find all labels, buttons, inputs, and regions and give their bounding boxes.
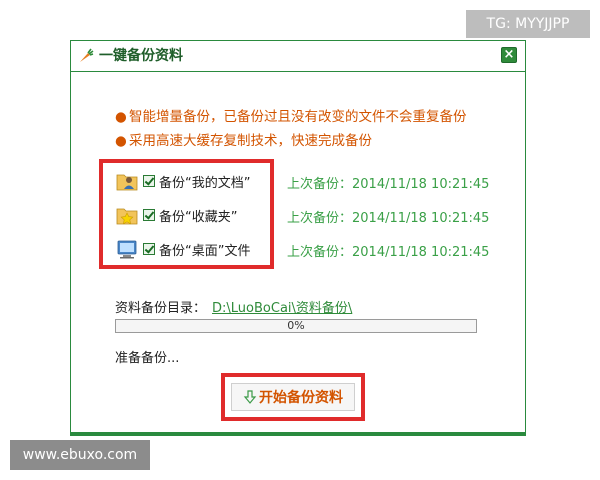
dialog-bottom-border — [71, 432, 525, 435]
user-folder-icon — [116, 174, 138, 191]
feature-list: ● 智能增量备份，已备份过且没有改变的文件不会重复备份 ● 采用高速大缓存复制技术，… — [115, 105, 467, 153]
feature-item: ● 采用高速大缓存复制技术，快速完成备份 — [115, 129, 467, 153]
carrot-icon — [80, 48, 94, 62]
item-label: 备份“桌面”文件 — [159, 243, 251, 259]
backup-item-my-documents[interactable]: 备份“我的文档” — [115, 167, 250, 195]
watermark-tg: TG: MYYJJPP — [466, 10, 590, 38]
checkbox-favorites[interactable] — [143, 209, 155, 221]
bullet-icon: ● — [115, 109, 127, 125]
desktop-icon — [117, 240, 137, 259]
download-arrow-icon — [243, 390, 257, 404]
backup-item-favorites[interactable]: 备份“收藏夹” — [115, 201, 237, 229]
backup-item-desktop[interactable]: 备份“桌面”文件 — [115, 235, 250, 263]
start-backup-button[interactable]: 开始备份资料 — [231, 383, 355, 411]
watermark-site: www.ebuxo.com — [10, 440, 150, 470]
dialog-title: 一键备份资料 — [99, 48, 183, 64]
start-button-label: 开始备份资料 — [259, 390, 343, 406]
bullet-icon: ● — [115, 133, 127, 149]
backup-dialog: 一键备份资料 × ● 智能增量备份，已备份过且没有改变的文件不会重复备份 ● 采用高… — [70, 40, 526, 436]
dialog-titlebar: 一键备份资料 × — [71, 41, 525, 72]
feature-item: ● 智能增量备份，已备份过且没有改变的文件不会重复备份 — [115, 105, 467, 129]
last-backup-time: 上次备份：2014/11/18 10:21:45 — [287, 177, 490, 192]
last-backup-time: 上次备份：2014/11/18 10:21:45 — [287, 211, 490, 226]
last-backup-time: 上次备份：2014/11/18 10:21:45 — [287, 245, 490, 260]
close-button[interactable]: × — [501, 47, 517, 63]
backup-directory-row: 资料备份目录： D:\LuoBoCai\资料备份\ — [115, 297, 352, 316]
progress-bar: 0% — [115, 319, 477, 333]
item-label: 备份“收藏夹” — [159, 209, 238, 225]
close-icon: × — [503, 47, 515, 62]
favorites-folder-icon — [116, 208, 138, 225]
item-label: 备份“我的文档” — [159, 175, 251, 191]
progress-text: 0% — [287, 319, 305, 332]
checkbox-my-documents[interactable] — [143, 175, 155, 187]
directory-link[interactable]: D:\LuoBoCai\资料备份\ — [212, 301, 352, 316]
directory-label: 资料备份目录： — [115, 301, 207, 316]
status-text: 准备备份... — [115, 351, 180, 366]
checkbox-desktop[interactable] — [143, 243, 155, 255]
